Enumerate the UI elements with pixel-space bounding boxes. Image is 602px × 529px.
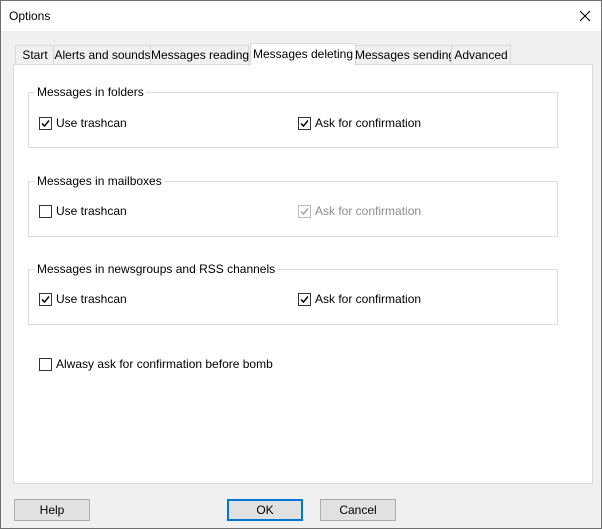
title-bar: Options (1, 1, 601, 31)
tab-messages-deleting[interactable]: Messages deleting (250, 43, 356, 66)
group-title: Messages in newsgroups and RSS channels (35, 262, 278, 276)
always-ask-confirmation-checkbox[interactable]: Alwasy ask for confirmation before bomb (39, 357, 273, 371)
tab-start[interactable]: Start (15, 45, 55, 65)
checkbox-box[interactable] (39, 292, 52, 306)
tab-messages-reading[interactable]: Messages reading (150, 45, 249, 65)
checkbox-box[interactable] (298, 116, 311, 130)
messages-deleting-panel: Messages in folders Use trashcan Ask for… (13, 64, 593, 484)
checkbox-box[interactable] (39, 116, 52, 130)
folders-ask-confirmation-checkbox[interactable]: Ask for confirmation (298, 116, 421, 130)
group-messages-in-mailboxes: Messages in mailboxes Use trashcan Ask f… (28, 174, 558, 237)
options-dialog: Options Start Alerts and sounds Messages… (0, 0, 602, 529)
close-icon (579, 10, 591, 22)
checkmark-icon (300, 295, 309, 303)
folders-use-trashcan-checkbox[interactable]: Use trashcan (39, 116, 127, 130)
group-messages-in-newsgroups: Messages in newsgroups and RSS channels … (28, 262, 558, 325)
newsgroups-use-trashcan-checkbox[interactable]: Use trashcan (39, 292, 127, 306)
group-messages-in-folders: Messages in folders Use trashcan Ask for… (28, 85, 558, 148)
group-title: Messages in mailboxes (35, 174, 164, 188)
checkmark-icon (300, 119, 309, 127)
close-button[interactable] (569, 1, 601, 31)
checkbox-label: Alwasy ask for confirmation before bomb (56, 357, 273, 371)
checkbox-box[interactable] (39, 204, 52, 218)
checkbox-label: Use trashcan (56, 204, 127, 218)
tab-alerts-and-sounds[interactable]: Alerts and sounds (53, 45, 152, 65)
mailboxes-use-trashcan-checkbox[interactable]: Use trashcan (39, 204, 127, 218)
checkbox-label: Use trashcan (56, 292, 127, 306)
checkmark-icon (300, 207, 309, 215)
mailboxes-ask-confirmation-checkbox[interactable]: Ask for confirmation (298, 204, 421, 218)
checkmark-icon (41, 295, 50, 303)
checkmark-icon (41, 119, 50, 127)
checkbox-label: Ask for confirmation (315, 116, 422, 130)
window-title: Options (9, 9, 51, 23)
checkbox-label: Use trashcan (56, 116, 127, 130)
help-button[interactable]: Help (14, 499, 90, 521)
ok-button[interactable]: OK (227, 499, 303, 521)
checkbox-box[interactable] (298, 292, 311, 306)
checkbox-label: Ask for confirmation (315, 204, 422, 218)
tab-messages-sending[interactable]: Messages sending (354, 45, 455, 65)
tab-advanced[interactable]: Advanced (451, 45, 511, 65)
checkbox-label: Ask for confirmation (315, 292, 422, 306)
cancel-button[interactable]: Cancel (320, 499, 396, 521)
newsgroups-ask-confirmation-checkbox[interactable]: Ask for confirmation (298, 292, 421, 306)
checkbox-box[interactable] (39, 357, 52, 371)
group-title: Messages in folders (35, 85, 146, 99)
checkbox-box[interactable] (298, 204, 311, 218)
